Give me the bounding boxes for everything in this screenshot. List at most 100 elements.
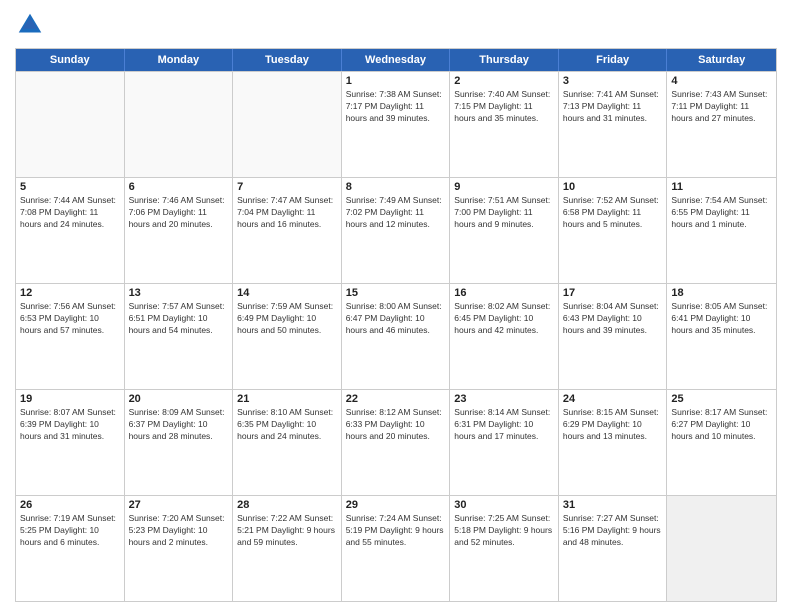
cal-cell-r0-c3: 1Sunrise: 7:38 AM Sunset: 7:17 PM Daylig… — [342, 72, 451, 177]
cell-info: Sunrise: 7:44 AM Sunset: 7:08 PM Dayligh… — [20, 195, 120, 231]
header-day-thursday: Thursday — [450, 49, 559, 71]
day-number: 3 — [563, 75, 663, 87]
day-number: 28 — [237, 499, 337, 511]
cal-cell-r1-c5: 10 Sunrise: 7:52 AM Sunset: 6:58 PM Dayli… — [559, 178, 668, 283]
cell-info: Sunrise: 8:00 AM Sunset: 6:47 PM Dayligh… — [346, 301, 446, 337]
cell-info: Sunrise: 8:05 AM Sunset: 6:41 PM Dayligh… — [671, 301, 772, 337]
logo-icon — [15, 10, 45, 40]
cell-info: Sunrise: 8:04 AM Sunset: 6:43 PM Dayligh… — [563, 301, 663, 337]
cal-cell-r1-c1: 6Sunrise: 7:46 AM Sunset: 7:06 PM Daylig… — [125, 178, 234, 283]
cal-cell-r2-c2: 14 Sunrise: 7:59 AM Sunset: 6:49 PM Dayli… — [233, 284, 342, 389]
cal-cell-r3-c1: 20 Sunrise: 8:09 AM Sunset: 6:37 PM Dayli… — [125, 390, 234, 495]
day-number: 17 — [563, 287, 663, 299]
cal-cell-r1-c0: 5 Sunrise: 7:44 AM Sunset: 7:08 PM Daylig… — [16, 178, 125, 283]
cal-cell-r0-c4: 2Sunrise: 7:40 AM Sunset: 7:15 PM Daylig… — [450, 72, 559, 177]
cell-info: Sunrise: 8:17 AM Sunset: 6:27 PM Dayligh… — [671, 407, 772, 443]
calendar-row-4: 19Sunrise: 8:07 AM Sunset: 6:39 PM Dayli… — [16, 389, 776, 495]
cell-info: Sunrise: 8:14 AM Sunset: 6:31 PM Dayligh… — [454, 407, 554, 443]
calendar-header: SundayMondayTuesdayWednesdayThursdayFrid… — [16, 49, 776, 71]
cal-cell-r1-c6: 11 Sunrise: 7:54 AM Sunset: 6:55 PM Dayli… — [667, 178, 776, 283]
cell-info: Sunrise: 7:52 AM Sunset: 6:58 PM Dayligh… — [563, 195, 663, 231]
cal-cell-r1-c4: 9 Sunrise: 7:51 AM Sunset: 7:00 PM Daylig… — [450, 178, 559, 283]
day-number: 21 — [237, 393, 337, 405]
day-number: 22 — [346, 393, 446, 405]
calendar-row-2: 5 Sunrise: 7:44 AM Sunset: 7:08 PM Daylig… — [16, 177, 776, 283]
cal-cell-r0-c2 — [233, 72, 342, 177]
calendar-row-1: 1Sunrise: 7:38 AM Sunset: 7:17 PM Daylig… — [16, 71, 776, 177]
day-number: 29 — [346, 499, 446, 511]
cal-cell-r3-c3: 22 Sunrise: 8:12 AM Sunset: 6:33 PM Dayli… — [342, 390, 451, 495]
day-number: 27 — [129, 499, 229, 511]
logo — [15, 10, 49, 40]
cell-info: Sunrise: 8:07 AM Sunset: 6:39 PM Dayligh… — [20, 407, 120, 443]
day-number: 25 — [671, 393, 772, 405]
header-day-tuesday: Tuesday — [233, 49, 342, 71]
cell-info: Sunrise: 7:49 AM Sunset: 7:02 PM Dayligh… — [346, 195, 446, 231]
cell-info: Sunrise: 7:22 AM Sunset: 5:21 PM Dayligh… — [237, 513, 337, 549]
cell-info: Sunrise: 8:09 AM Sunset: 6:37 PM Dayligh… — [129, 407, 229, 443]
calendar-row-3: 12 Sunrise: 7:56 AM Sunset: 6:53 PM Dayli… — [16, 283, 776, 389]
cal-cell-r4-c1: 27 Sunrise: 7:20 AM Sunset: 5:23 PM Dayli… — [125, 496, 234, 601]
cal-cell-r4-c4: 30 Sunrise: 7:25 AM Sunset: 5:18 PM Dayli… — [450, 496, 559, 601]
cal-cell-r0-c1 — [125, 72, 234, 177]
day-number: 7 — [237, 181, 337, 193]
day-number: 15 — [346, 287, 446, 299]
cal-cell-r4-c3: 29 Sunrise: 7:24 AM Sunset: 5:19 PM Dayli… — [342, 496, 451, 601]
day-number: 14 — [237, 287, 337, 299]
header-day-friday: Friday — [559, 49, 668, 71]
cell-info: Sunrise: 7:25 AM Sunset: 5:18 PM Dayligh… — [454, 513, 554, 549]
day-number: 18 — [671, 287, 772, 299]
day-number: 12 — [20, 287, 120, 299]
cal-cell-r3-c6: 25 Sunrise: 8:17 AM Sunset: 6:27 PM Dayli… — [667, 390, 776, 495]
cell-info: Sunrise: 7:51 AM Sunset: 7:00 PM Dayligh… — [454, 195, 554, 231]
cell-info: Sunrise: 7:59 AM Sunset: 6:49 PM Dayligh… — [237, 301, 337, 337]
cell-info: Sunrise: 7:46 AM Sunset: 7:06 PM Dayligh… — [129, 195, 229, 231]
cell-info: Sunrise: 7:57 AM Sunset: 6:51 PM Dayligh… — [129, 301, 229, 337]
header-day-wednesday: Wednesday — [342, 49, 451, 71]
cal-cell-r3-c4: 23Sunrise: 8:14 AM Sunset: 6:31 PM Dayli… — [450, 390, 559, 495]
day-number: 5 — [20, 181, 120, 193]
cal-cell-r2-c1: 13 Sunrise: 7:57 AM Sunset: 6:51 PM Dayli… — [125, 284, 234, 389]
calendar-row-5: 26 Sunrise: 7:19 AM Sunset: 5:25 PM Dayli… — [16, 495, 776, 601]
day-number: 26 — [20, 499, 120, 511]
cell-info: Sunrise: 8:12 AM Sunset: 6:33 PM Dayligh… — [346, 407, 446, 443]
cal-cell-r2-c6: 18 Sunrise: 8:05 AM Sunset: 6:41 PM Dayli… — [667, 284, 776, 389]
cell-info: Sunrise: 7:54 AM Sunset: 6:55 PM Dayligh… — [671, 195, 772, 231]
cell-info: Sunrise: 8:10 AM Sunset: 6:35 PM Dayligh… — [237, 407, 337, 443]
cell-info: Sunrise: 7:27 AM Sunset: 5:16 PM Dayligh… — [563, 513, 663, 549]
calendar-body: 1Sunrise: 7:38 AM Sunset: 7:17 PM Daylig… — [16, 71, 776, 601]
day-number: 24 — [563, 393, 663, 405]
cell-info: Sunrise: 7:24 AM Sunset: 5:19 PM Dayligh… — [346, 513, 446, 549]
cal-cell-r2-c4: 16Sunrise: 8:02 AM Sunset: 6:45 PM Dayli… — [450, 284, 559, 389]
day-number: 9 — [454, 181, 554, 193]
day-number: 10 — [563, 181, 663, 193]
cal-cell-r4-c0: 26 Sunrise: 7:19 AM Sunset: 5:25 PM Dayli… — [16, 496, 125, 601]
cell-info: Sunrise: 7:19 AM Sunset: 5:25 PM Dayligh… — [20, 513, 120, 549]
cal-cell-r3-c5: 24 Sunrise: 8:15 AM Sunset: 6:29 PM Dayli… — [559, 390, 668, 495]
page: SundayMondayTuesdayWednesdayThursdayFrid… — [0, 0, 792, 612]
day-number: 8 — [346, 181, 446, 193]
calendar: SundayMondayTuesdayWednesdayThursdayFrid… — [15, 48, 777, 602]
cal-cell-r0-c0 — [16, 72, 125, 177]
cal-cell-r3-c0: 19Sunrise: 8:07 AM Sunset: 6:39 PM Dayli… — [16, 390, 125, 495]
day-number: 13 — [129, 287, 229, 299]
cal-cell-r2-c5: 17 Sunrise: 8:04 AM Sunset: 6:43 PM Dayli… — [559, 284, 668, 389]
header-day-sunday: Sunday — [16, 49, 125, 71]
header-day-monday: Monday — [125, 49, 234, 71]
day-number: 20 — [129, 393, 229, 405]
cal-cell-r1-c2: 7 Sunrise: 7:47 AM Sunset: 7:04 PM Daylig… — [233, 178, 342, 283]
cell-info: Sunrise: 7:20 AM Sunset: 5:23 PM Dayligh… — [129, 513, 229, 549]
day-number: 11 — [671, 181, 772, 193]
cal-cell-r4-c6 — [667, 496, 776, 601]
day-number: 31 — [563, 499, 663, 511]
header — [15, 10, 777, 40]
cal-cell-r1-c3: 8 Sunrise: 7:49 AM Sunset: 7:02 PM Daylig… — [342, 178, 451, 283]
day-number: 4 — [671, 75, 772, 87]
cell-info: Sunrise: 7:41 AM Sunset: 7:13 PM Dayligh… — [563, 89, 663, 125]
cell-info: Sunrise: 7:56 AM Sunset: 6:53 PM Dayligh… — [20, 301, 120, 337]
cell-info: Sunrise: 7:47 AM Sunset: 7:04 PM Dayligh… — [237, 195, 337, 231]
cell-info: Sunrise: 8:02 AM Sunset: 6:45 PM Dayligh… — [454, 301, 554, 337]
cell-info: Sunrise: 7:43 AM Sunset: 7:11 PM Dayligh… — [671, 89, 772, 125]
day-number: 30 — [454, 499, 554, 511]
cell-info: Sunrise: 8:15 AM Sunset: 6:29 PM Dayligh… — [563, 407, 663, 443]
